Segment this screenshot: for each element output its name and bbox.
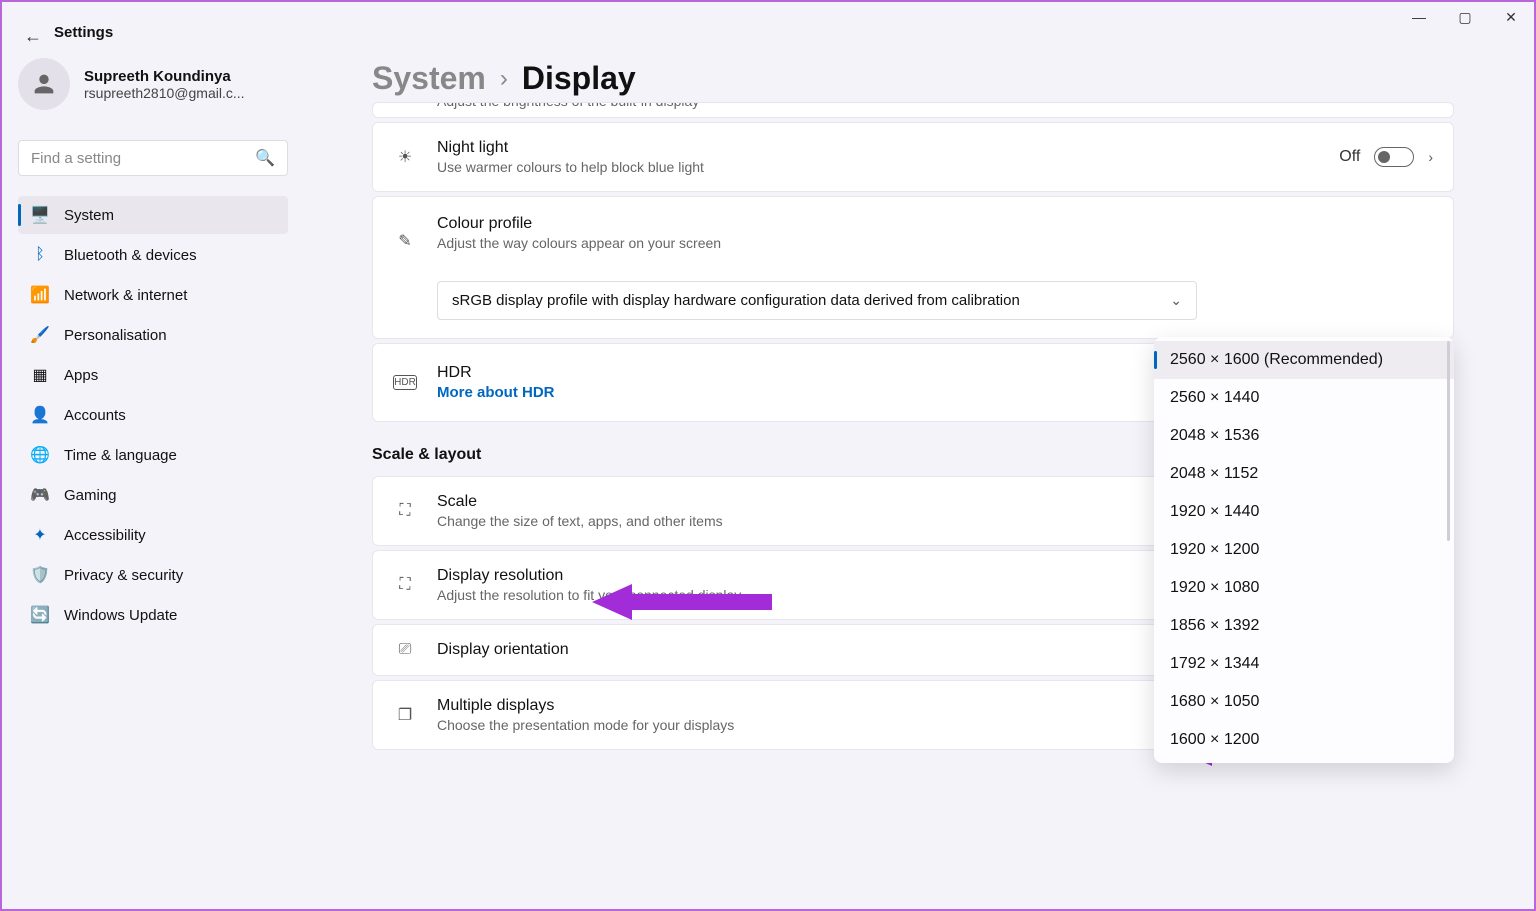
profile-email: rsupreeth2810@gmail.c...	[84, 85, 245, 101]
sidebar-item-accounts[interactable]: 👤 Accounts	[18, 396, 288, 434]
sidebar-item-label: Privacy & security	[64, 567, 183, 584]
app-title: Settings	[54, 24, 113, 41]
card-subtitle: Adjust the brightness of the built-in di…	[437, 102, 699, 109]
grid-icon: ▦	[30, 365, 50, 385]
sidebar-item-update[interactable]: 🔄 Windows Update	[18, 596, 288, 634]
minimize-button[interactable]: —	[1396, 2, 1442, 32]
resolution-option[interactable]: 2560 × 1440	[1154, 379, 1454, 417]
search-placeholder: Find a setting	[31, 150, 255, 167]
resolution-option[interactable]: 2048 × 1536	[1154, 417, 1454, 455]
resolution-option[interactable]: 1792 × 1344	[1154, 645, 1454, 683]
toggle-label: Off	[1339, 148, 1360, 166]
sidebar-item-label: Network & internet	[64, 287, 187, 304]
sidebar-item-apps[interactable]: ▦ Apps	[18, 356, 288, 394]
sidebar-item-accessibility[interactable]: ✦ Accessibility	[18, 516, 288, 554]
avatar	[18, 58, 70, 110]
search-input[interactable]: Find a setting 🔍	[18, 140, 288, 176]
profile-name: Supreeth Koundinya	[84, 68, 245, 85]
scale-icon: ⛶	[393, 502, 417, 520]
sidebar-item-label: Windows Update	[64, 607, 177, 624]
globe-icon: 🌐	[30, 445, 50, 465]
resolution-option[interactable]: 1920 × 1440	[1154, 493, 1454, 531]
eyedropper-icon: ✎	[393, 231, 417, 251]
maximize-button[interactable]: ▢	[1442, 2, 1488, 32]
sidebar-item-label: Bluetooth & devices	[64, 247, 197, 264]
brush-icon: 🖌️	[30, 325, 50, 345]
sidebar-item-bluetooth[interactable]: ᛒ Bluetooth & devices	[18, 236, 288, 274]
sidebar-item-privacy[interactable]: 🛡️ Privacy & security	[18, 556, 288, 594]
sidebar-item-network[interactable]: 📶 Network & internet	[18, 276, 288, 314]
resolution-option[interactable]: 1600 × 1200	[1154, 721, 1454, 759]
colour-profile-dropdown[interactable]: sRGB display profile with display hardwa…	[437, 281, 1197, 320]
resolution-option[interactable]: 2560 × 1600 (Recommended)	[1154, 341, 1454, 379]
chevron-right-icon: ›	[1428, 149, 1433, 165]
sidebar-item-label: Time & language	[64, 447, 177, 464]
window-controls: — ▢ ✕	[1396, 2, 1534, 32]
back-button[interactable]: ←	[24, 26, 42, 47]
person-icon	[30, 70, 58, 98]
dropdown-value: sRGB display profile with display hardwa…	[452, 292, 1020, 309]
sidebar-item-label: Gaming	[64, 487, 117, 504]
colour-profile-card[interactable]: ✎ Colour profile Adjust the way colours …	[372, 196, 1454, 339]
sync-icon: 🔄	[30, 605, 50, 625]
shield-icon: 🛡️	[30, 565, 50, 585]
card-subtitle: Adjust the way colours appear on your sc…	[437, 235, 1433, 251]
resolution-icon: ⛶	[393, 576, 417, 594]
display-icon: 🖥️	[30, 205, 50, 225]
breadcrumb-parent[interactable]: System	[372, 60, 486, 97]
card-title: Colour profile	[437, 215, 1433, 233]
profile-block[interactable]: Supreeth Koundinya rsupreeth2810@gmail.c…	[18, 58, 245, 110]
resolution-dropdown-menu: 2560 × 1600 (Recommended) 2560 × 1440 20…	[1154, 337, 1454, 763]
sidebar-nav: 🖥️ System ᛒ Bluetooth & devices 📶 Network &…	[18, 196, 288, 636]
bluetooth-icon: ᛒ	[30, 245, 50, 265]
person-icon: 👤	[30, 405, 50, 425]
sidebar-item-label: Accounts	[64, 407, 126, 424]
resolution-option[interactable]: 1856 × 1392	[1154, 607, 1454, 645]
close-button[interactable]: ✕	[1488, 2, 1534, 32]
chevron-right-icon: ›	[500, 65, 508, 93]
sidebar-item-personalisation[interactable]: 🖌️ Personalisation	[18, 316, 288, 354]
multiple-displays-icon: ❐	[393, 705, 417, 725]
hdr-icon: HDR	[393, 375, 417, 390]
brightness-card[interactable]: Adjust the brightness of the built-in di…	[372, 102, 1454, 118]
accessibility-icon: ✦	[30, 525, 50, 545]
sidebar-item-label: Apps	[64, 367, 98, 384]
orientation-icon: ⎚	[393, 641, 417, 659]
search-icon: 🔍	[255, 148, 275, 168]
chevron-down-icon: ⌄	[1170, 292, 1182, 309]
card-subtitle: Use warmer colours to help block blue li…	[437, 159, 1319, 175]
night-light-toggle[interactable]	[1374, 147, 1414, 167]
sidebar-item-gaming[interactable]: 🎮 Gaming	[18, 476, 288, 514]
sidebar-item-label: Accessibility	[64, 527, 146, 544]
resolution-option[interactable]: 1920 × 1200	[1154, 531, 1454, 569]
scrollbar[interactable]	[1447, 341, 1450, 541]
sidebar-item-system[interactable]: 🖥️ System	[18, 196, 288, 234]
resolution-option[interactable]: 2048 × 1152	[1154, 455, 1454, 493]
breadcrumb: System › Display	[372, 60, 636, 97]
sidebar-item-label: Personalisation	[64, 327, 167, 344]
sidebar-item-time[interactable]: 🌐 Time & language	[18, 436, 288, 474]
sun-icon: ☀	[393, 147, 417, 167]
resolution-option[interactable]: 1680 × 1050	[1154, 683, 1454, 721]
night-light-card[interactable]: ☀ Night light Use warmer colours to help…	[372, 122, 1454, 192]
card-title: Night light	[437, 139, 1319, 157]
gamepad-icon: 🎮	[30, 485, 50, 505]
wifi-icon: 📶	[30, 285, 50, 305]
resolution-option[interactable]: 1920 × 1080	[1154, 569, 1454, 607]
breadcrumb-current: Display	[522, 60, 636, 97]
sidebar-item-label: System	[64, 207, 114, 224]
